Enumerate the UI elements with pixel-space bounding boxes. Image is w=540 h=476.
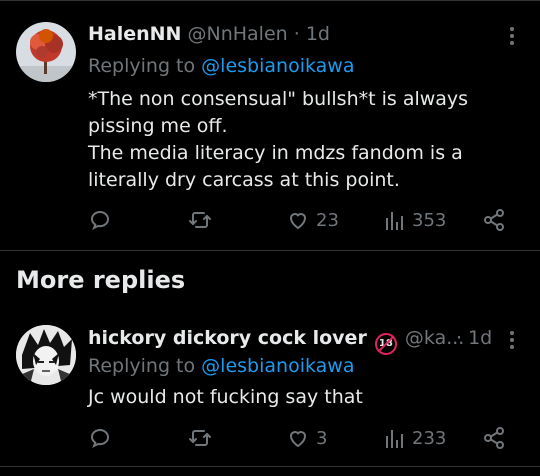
view-count: 353 bbox=[412, 209, 447, 231]
divider bbox=[0, 466, 540, 467]
retweet-button[interactable] bbox=[188, 208, 212, 232]
more-icon[interactable] bbox=[500, 328, 524, 356]
like-icon bbox=[289, 431, 307, 448]
reply-button[interactable] bbox=[88, 208, 112, 232]
views-icon bbox=[386, 430, 403, 448]
tweet-halennn[interactable]: HalenNN @NnHalen · 1d Replying to @lesbi… bbox=[0, 0, 540, 250]
no-under-18-icon: 18 bbox=[374, 333, 397, 355]
reply-icon bbox=[90, 210, 110, 231]
share-icon bbox=[484, 209, 504, 231]
tweet-text: Jc would not fucking say that bbox=[88, 386, 363, 408]
retweet-icon bbox=[189, 430, 211, 446]
share-button[interactable] bbox=[482, 426, 506, 450]
more-icon[interactable] bbox=[500, 24, 524, 52]
mention-link[interactable]: @lesbianoikawa bbox=[201, 355, 354, 377]
reply-icon bbox=[90, 428, 110, 449]
view-count: 233 bbox=[412, 427, 447, 449]
retweet-icon bbox=[189, 212, 211, 228]
tweet-text: *The non consensual" bullsh*t is always … bbox=[88, 88, 469, 191]
timestamp[interactable]: · 1d bbox=[294, 23, 330, 45]
display-name[interactable]: hickory dickory cock lover bbox=[88, 327, 367, 349]
views-icon bbox=[386, 212, 403, 230]
views-button[interactable]: 233 bbox=[384, 426, 446, 450]
retweet-button[interactable] bbox=[188, 426, 212, 450]
replying-label: Replying to bbox=[88, 355, 196, 377]
share-icon bbox=[484, 427, 504, 449]
reply-button[interactable] bbox=[88, 426, 112, 450]
avatar[interactable] bbox=[16, 22, 76, 82]
like-icon bbox=[289, 213, 307, 230]
tweet-hickory[interactable]: hickory dickory cock lover 18 @ka... · 1… bbox=[0, 310, 540, 476]
more-replies-heading: More replies bbox=[16, 266, 186, 294]
views-button[interactable]: 353 bbox=[384, 208, 446, 232]
like-button[interactable]: 3 bbox=[286, 426, 327, 450]
like-button[interactable]: 23 bbox=[286, 208, 339, 232]
replying-label: Replying to bbox=[88, 55, 196, 77]
display-name[interactable]: HalenNN bbox=[88, 23, 181, 45]
like-count: 3 bbox=[316, 427, 328, 449]
share-button[interactable] bbox=[482, 208, 506, 232]
like-count: 23 bbox=[316, 209, 339, 231]
avatar[interactable] bbox=[16, 325, 76, 385]
timestamp[interactable]: · 1d bbox=[456, 326, 492, 350]
handle[interactable]: @NnHalen bbox=[188, 23, 288, 45]
divider bbox=[0, 250, 540, 251]
mention-link[interactable]: @lesbianoikawa bbox=[201, 55, 354, 77]
